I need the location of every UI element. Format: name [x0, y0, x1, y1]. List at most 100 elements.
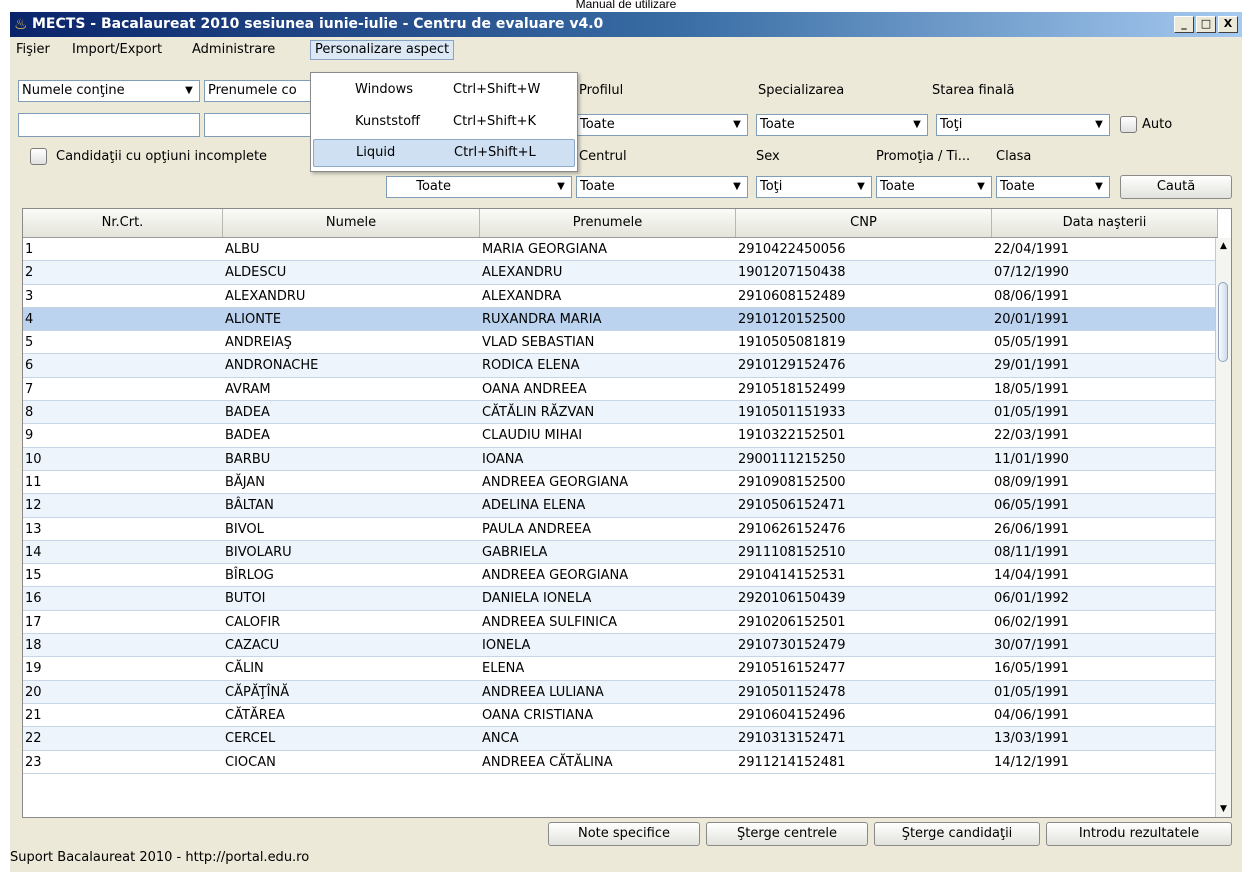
column-header-cnp[interactable]: CNP: [736, 209, 992, 237]
table-row[interactable]: 23 CIOCAN ANDREEA CĂTĂLINA 2911214152481 14/…: [23, 750, 1218, 774]
firstname-mode-select[interactable]: Prenumele co: [204, 80, 312, 102]
table-row[interactable]: 16 BUTOI DANIELA IONELA 2920106150439 06/01/…: [23, 587, 1218, 611]
table-cell: 10: [25, 451, 42, 467]
chevron-down-icon: ▼: [1095, 181, 1103, 192]
promotion-select[interactable]: Toate ▼: [876, 176, 992, 198]
menu-item-windows[interactable]: Windows Ctrl+Shift+W: [313, 77, 575, 105]
menu-item-kunststoff-label: Kunststoff: [355, 114, 421, 129]
final-state-select[interactable]: Toţi ▼: [936, 114, 1110, 136]
profile-select[interactable]: Toate ▼: [576, 114, 748, 136]
table-row[interactable]: 22 CERCEL ANCA 2910313152471 13/03/1991: [23, 727, 1218, 751]
table-cell: BÂLTAN: [225, 498, 274, 514]
search-button[interactable]: Caută: [1120, 175, 1232, 199]
menu-administrare[interactable]: Administrare: [188, 40, 279, 60]
table-row[interactable]: 6 ANDRONACHE RODICA ELENA 2910129152476 29/0…: [23, 354, 1218, 378]
table-cell: GABRIELA: [482, 544, 548, 560]
table-row[interactable]: 18 CAZACU IONELA 2910730152479 30/07/1991: [23, 634, 1218, 658]
table-row[interactable]: 2 ALDESCU ALEXANDRU 1901207150438 07/12/1990: [23, 261, 1218, 285]
menu-item-liquid[interactable]: Liquid Ctrl+Shift+L: [313, 139, 575, 167]
name-mode-select[interactable]: Numele conţine ▼: [18, 80, 200, 102]
column-header-nr[interactable]: Nr.Crt.: [23, 209, 223, 237]
table-cell: 17: [25, 614, 42, 630]
firstname-mode-value: Prenumele co: [208, 83, 297, 98]
table-cell: 2910414152531: [738, 568, 846, 584]
table-row[interactable]: 10 BARBU IOANA 2900111215250 11/01/1990: [23, 447, 1218, 471]
menu-fisier[interactable]: Fişier: [12, 40, 54, 60]
promotion-label: Promoţia / Ti...: [876, 149, 971, 164]
table-cell: 22/03/1991: [994, 428, 1069, 444]
table-row[interactable]: 12 BÂLTAN ADELINA ELENA 2910506152471 06/05/…: [23, 494, 1218, 518]
table-row[interactable]: 8 BADEA CĂTĂLIN RĂZVAN 1910501151933 01/05/1…: [23, 401, 1218, 425]
scroll-thumb[interactable]: [1218, 282, 1228, 362]
table-row[interactable]: 15 BÎRLOG ANDREEA GEORGIANA 2910414152531 14…: [23, 564, 1218, 588]
candidates-table: Nr.Crt. Numele Prenumele CNP Data naşter…: [22, 208, 1232, 818]
specialization-select[interactable]: Toate ▼: [756, 114, 928, 136]
scroll-up-arrow-icon[interactable]: ▲: [1216, 238, 1231, 254]
final-state-value: Toţi: [940, 117, 963, 132]
table-cell: ALBU: [225, 242, 260, 257]
table-cell: 2910501152478: [738, 684, 846, 700]
table-cell: 1: [25, 242, 34, 257]
table-row[interactable]: 4 ALIONTE RUXANDRA MARIA 2910120152500 20/01…: [23, 307, 1218, 332]
table-cell: 30/07/1991: [994, 638, 1069, 654]
table-row[interactable]: 20 CĂPĂŢÎNĂ ANDREEA LULIANA 2910501152478 01…: [23, 680, 1218, 704]
table-cell: 08/11/1991: [994, 544, 1069, 560]
centre-label: Centrul: [579, 149, 627, 164]
class-select[interactable]: Toate ▼: [996, 176, 1110, 198]
table-cell: 9: [25, 428, 34, 444]
auto-checkbox[interactable]: [1120, 116, 1137, 133]
specialization-label: Specializarea: [758, 83, 845, 98]
table-row[interactable]: 17 CALOFIR ANDREEA SULFINICA 2910206152501 0…: [23, 610, 1218, 635]
table-row[interactable]: 11 BĂJAN ANDREEA GEORGIANA 2910908152500 08/…: [23, 470, 1218, 495]
table-row[interactable]: 3 ALEXANDRU ALEXANDRA 2910608152489 08/06/19…: [23, 284, 1218, 308]
table-cell: BIVOLARU: [225, 544, 292, 560]
column-header-data-nasterii[interactable]: Data naşterii: [992, 209, 1218, 237]
column-header-numele[interactable]: Numele: [223, 209, 480, 237]
specialization-value: Toate: [760, 117, 795, 132]
table-row[interactable]: 14 BIVOLARU GABRIELA 2911108152510 08/11/199…: [23, 540, 1218, 565]
table-row[interactable]: 7 AVRAM OANA ANDREEA 2910518152499 18/05/199…: [23, 377, 1218, 402]
menu-import-export[interactable]: Import/Export: [68, 40, 166, 60]
close-button[interactable]: X: [1218, 16, 1238, 33]
table-row[interactable]: 5 ANDREIAŞ VLAD SEBASTIAN 1910505081819 05/0…: [23, 331, 1218, 355]
vertical-scrollbar[interactable]: ▲ ▼: [1215, 238, 1231, 817]
table-cell: ALEXANDRU: [225, 288, 306, 304]
name-mode-value: Numele conţine: [22, 83, 125, 98]
category-select[interactable]: Toate ▼: [386, 176, 572, 198]
table-row[interactable]: 1 ALBU MARIA GEORGIANA 2910422450056 22/04/1…: [23, 238, 1218, 262]
menu-personalizare-aspect[interactable]: Personalizare aspect: [310, 40, 455, 60]
menu-bar: Fişier Import/Export Administrare Person…: [10, 37, 1242, 63]
table-cell: 06/02/1991: [994, 614, 1069, 630]
table-cell: 7: [25, 381, 34, 397]
chevron-down-icon: ▼: [857, 181, 865, 192]
table-cell: 04/06/1991: [994, 707, 1069, 723]
enter-results-button[interactable]: Introdu rezultatele: [1046, 822, 1232, 846]
maximize-button[interactable]: □: [1196, 16, 1216, 33]
name-input[interactable]: [18, 113, 200, 137]
minimize-button[interactable]: _: [1174, 16, 1194, 33]
table-row[interactable]: 9 BADEA CLAUDIU MIHAI 1910322152501 22/03/19…: [23, 424, 1218, 448]
delete-candidates-button[interactable]: Şterge candidaţii: [874, 822, 1040, 846]
table-row[interactable]: 19 CĂLIN ELENA 2910516152477 16/05/1991: [23, 657, 1218, 681]
table-cell: OANA ANDREEA: [482, 381, 587, 397]
promotion-value: Toate: [880, 179, 915, 194]
auto-label: Auto: [1142, 117, 1173, 132]
table-cell: 2910604152496: [738, 707, 846, 723]
table-cell: ANDREIAŞ: [225, 335, 292, 351]
table-cell: CALOFIR: [225, 614, 281, 630]
chevron-down-icon: ▼: [733, 119, 741, 130]
menu-item-kunststoff[interactable]: Kunststoff Ctrl+Shift+K: [313, 109, 575, 137]
table-row[interactable]: 21 CĂTĂREA OANA CRISTIANA 2910604152496 04/0…: [23, 703, 1218, 728]
firstname-input[interactable]: [204, 113, 312, 137]
table-cell: RODICA ELENA: [482, 358, 580, 374]
table-row[interactable]: 13 BIVOL PAULA ANDREEA 2910626152476 26/06/1…: [23, 517, 1218, 541]
centre-select[interactable]: Toate ▼: [576, 176, 748, 198]
column-header-prenumele[interactable]: Prenumele: [480, 209, 736, 237]
scroll-down-arrow-icon[interactable]: ▼: [1216, 801, 1231, 817]
title-bar[interactable]: ♨ MECTS - Bacalaureat 2010 sesiunea iuni…: [10, 12, 1242, 37]
delete-centres-button[interactable]: Şterge centrele: [706, 822, 868, 846]
notes-button[interactable]: Note specifice: [548, 822, 700, 846]
incomplete-options-checkbox[interactable]: [30, 148, 47, 165]
table-cell: AVRAM: [225, 381, 271, 397]
sex-select[interactable]: Toţi ▼: [756, 176, 872, 198]
